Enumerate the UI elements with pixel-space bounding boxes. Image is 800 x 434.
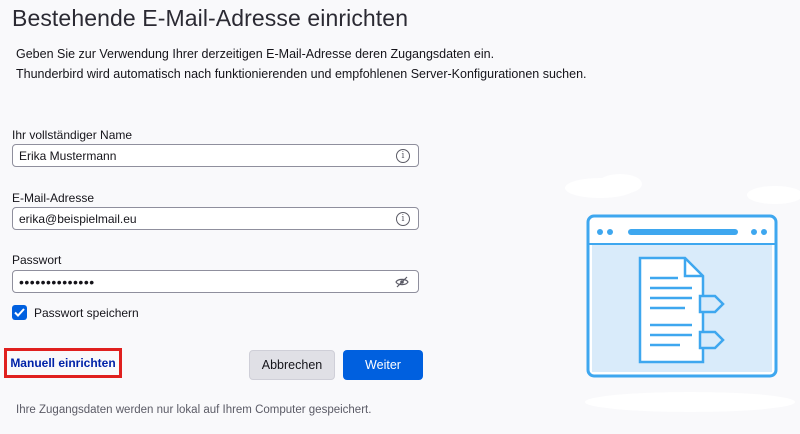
intro-text: Geben Sie zur Verwendung Ihrer derzeitig… (16, 44, 587, 84)
cancel-button[interactable]: Abbrechen (249, 350, 335, 380)
email-value[interactable]: erika@beispielmail.eu (13, 212, 396, 226)
intro-line-1: Geben Sie zur Verwendung Ihrer derzeitig… (16, 47, 495, 61)
email-setup-illustration (540, 160, 800, 429)
page-title: Bestehende E-Mail-Adresse einrichten (12, 5, 409, 31)
password-label: Passwort (12, 253, 62, 267)
email-field[interactable]: erika@beispielmail.eu i (12, 207, 419, 230)
privacy-note: Ihre Zugangsdaten werden nur lokal auf I… (16, 404, 372, 416)
info-icon[interactable]: i (396, 148, 410, 163)
checkmark-icon (14, 308, 25, 317)
eye-slash-icon[interactable] (394, 275, 410, 289)
manual-setup-link[interactable]: Manuell einrichten (4, 348, 122, 378)
name-value[interactable]: Erika Mustermann (13, 149, 396, 163)
info-icon[interactable]: i (396, 211, 410, 226)
remember-password-label: Passwort speichern (34, 305, 139, 320)
intro-line-2: Thunderbird wird automatisch nach funkti… (16, 67, 587, 81)
name-label: Ihr vollständiger Name (12, 128, 133, 142)
password-value[interactable]: •••••••••••••• (13, 274, 394, 290)
next-button[interactable]: Weiter (343, 350, 423, 380)
password-field[interactable]: •••••••••••••• (12, 270, 419, 293)
remember-password-row[interactable]: Passwort speichern (12, 305, 139, 320)
remember-password-checkbox[interactable] (12, 305, 27, 320)
email-label: E-Mail-Adresse (12, 191, 95, 205)
name-field[interactable]: Erika Mustermann i (12, 144, 419, 167)
